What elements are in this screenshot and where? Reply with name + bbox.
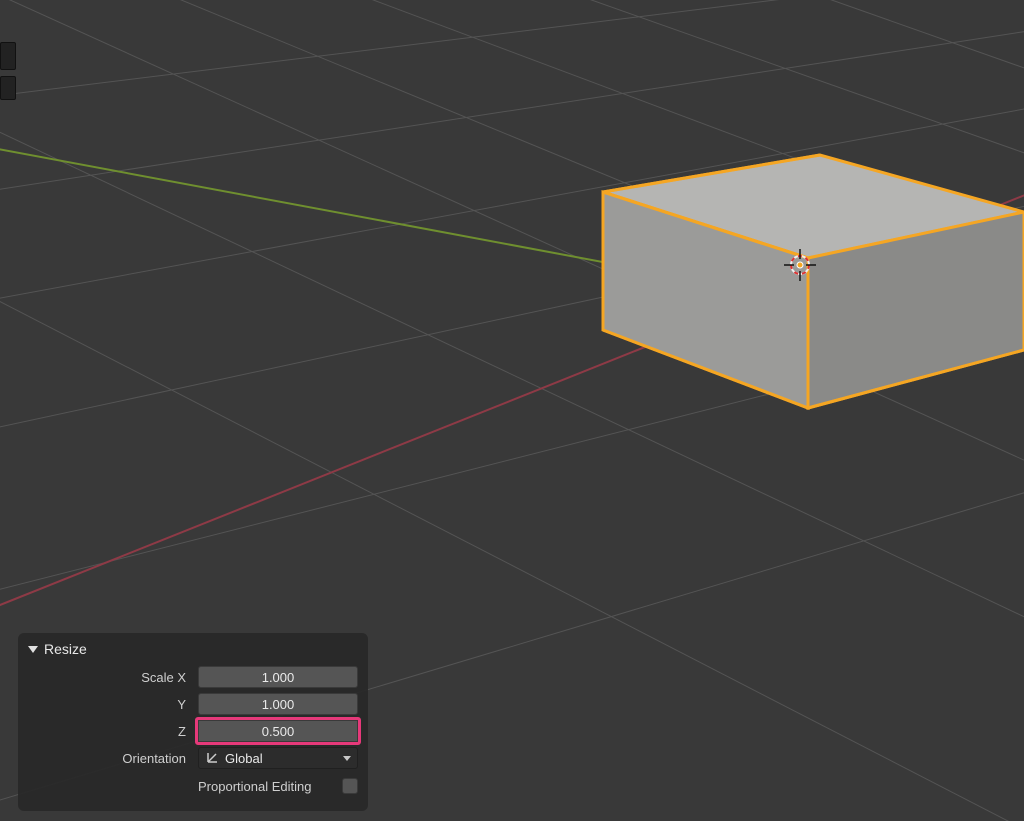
selected-object-cube[interactable] (603, 155, 1024, 408)
disclosure-triangle-icon (28, 646, 38, 653)
label-scale-y: Y (28, 697, 198, 712)
row-scale-y: Y 1.000 (28, 692, 358, 716)
input-scale-z[interactable]: 0.500 (198, 720, 358, 742)
label-scale-x: Scale X (28, 670, 198, 685)
row-orientation: Orientation Global (28, 746, 358, 770)
input-scale-x[interactable]: 1.000 (198, 666, 358, 688)
row-proportional: Proportional Editing (28, 774, 358, 798)
panel-title: Resize (44, 641, 87, 657)
label-orientation: Orientation (28, 751, 198, 766)
toolbar-chip[interactable] (0, 42, 16, 70)
label-proportional: Proportional Editing (198, 779, 332, 794)
input-scale-y[interactable]: 1.000 (198, 693, 358, 715)
panel-header[interactable]: Resize (28, 641, 358, 657)
highlight-annotation: 0.500 (195, 717, 361, 745)
orientation-axes-icon (205, 751, 219, 765)
label-scale-z: Z (28, 724, 198, 739)
row-scale-x: Scale X 1.000 (28, 665, 358, 689)
chevron-down-icon (343, 756, 351, 761)
select-orientation[interactable]: Global (198, 747, 358, 769)
row-scale-z: Z 0.500 (28, 719, 358, 743)
operator-panel-resize[interactable]: Resize Scale X 1.000 Y 1.000 Z 0.500 Ori… (18, 633, 368, 811)
toolbar-chip[interactable] (0, 76, 16, 100)
checkbox-proportional[interactable] (342, 778, 358, 794)
